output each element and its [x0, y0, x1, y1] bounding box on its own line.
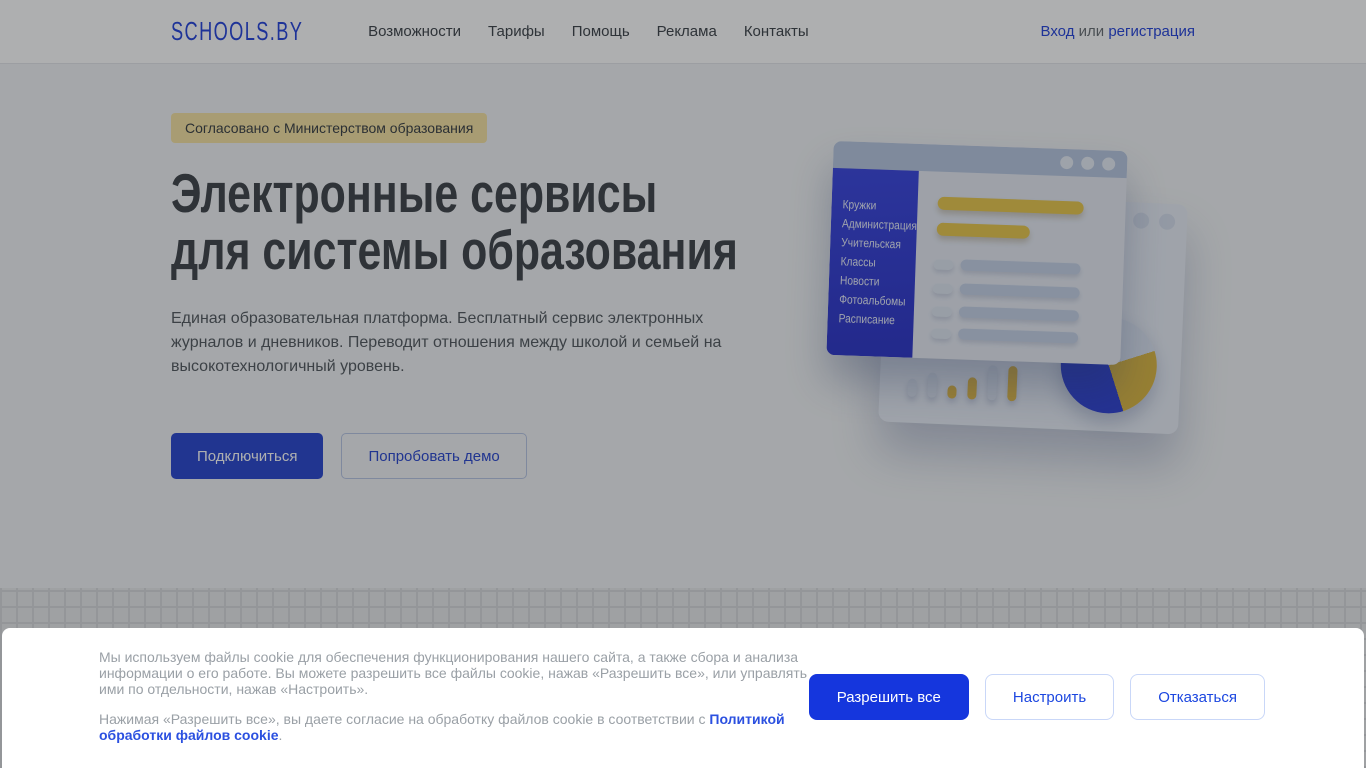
configure-cookies-button[interactable]: Настроить	[984, 674, 1115, 720]
allow-all-cookies-button[interactable]: Разрешить все	[808, 674, 969, 720]
decline-cookies-button[interactable]: Отказаться	[1130, 674, 1265, 720]
cookie-consent-panel: Мы используем файлы cookie для обеспечен…	[2, 628, 1364, 768]
cookie-paragraph-2-text: Нажимая «Разрешить все», вы даете соглас…	[99, 711, 710, 727]
cookie-buttons-row: Разрешить все Настроить Отказаться	[808, 674, 1265, 720]
cookie-paragraph-2: Нажимая «Разрешить все», вы даете соглас…	[99, 711, 814, 743]
cookie-paragraph-1: Мы используем файлы cookie для обеспечен…	[99, 649, 808, 697]
cookie-consent-text: Мы используем файлы cookie для обеспечен…	[99, 649, 814, 743]
cookie-paragraph-2-period: .	[278, 727, 283, 743]
